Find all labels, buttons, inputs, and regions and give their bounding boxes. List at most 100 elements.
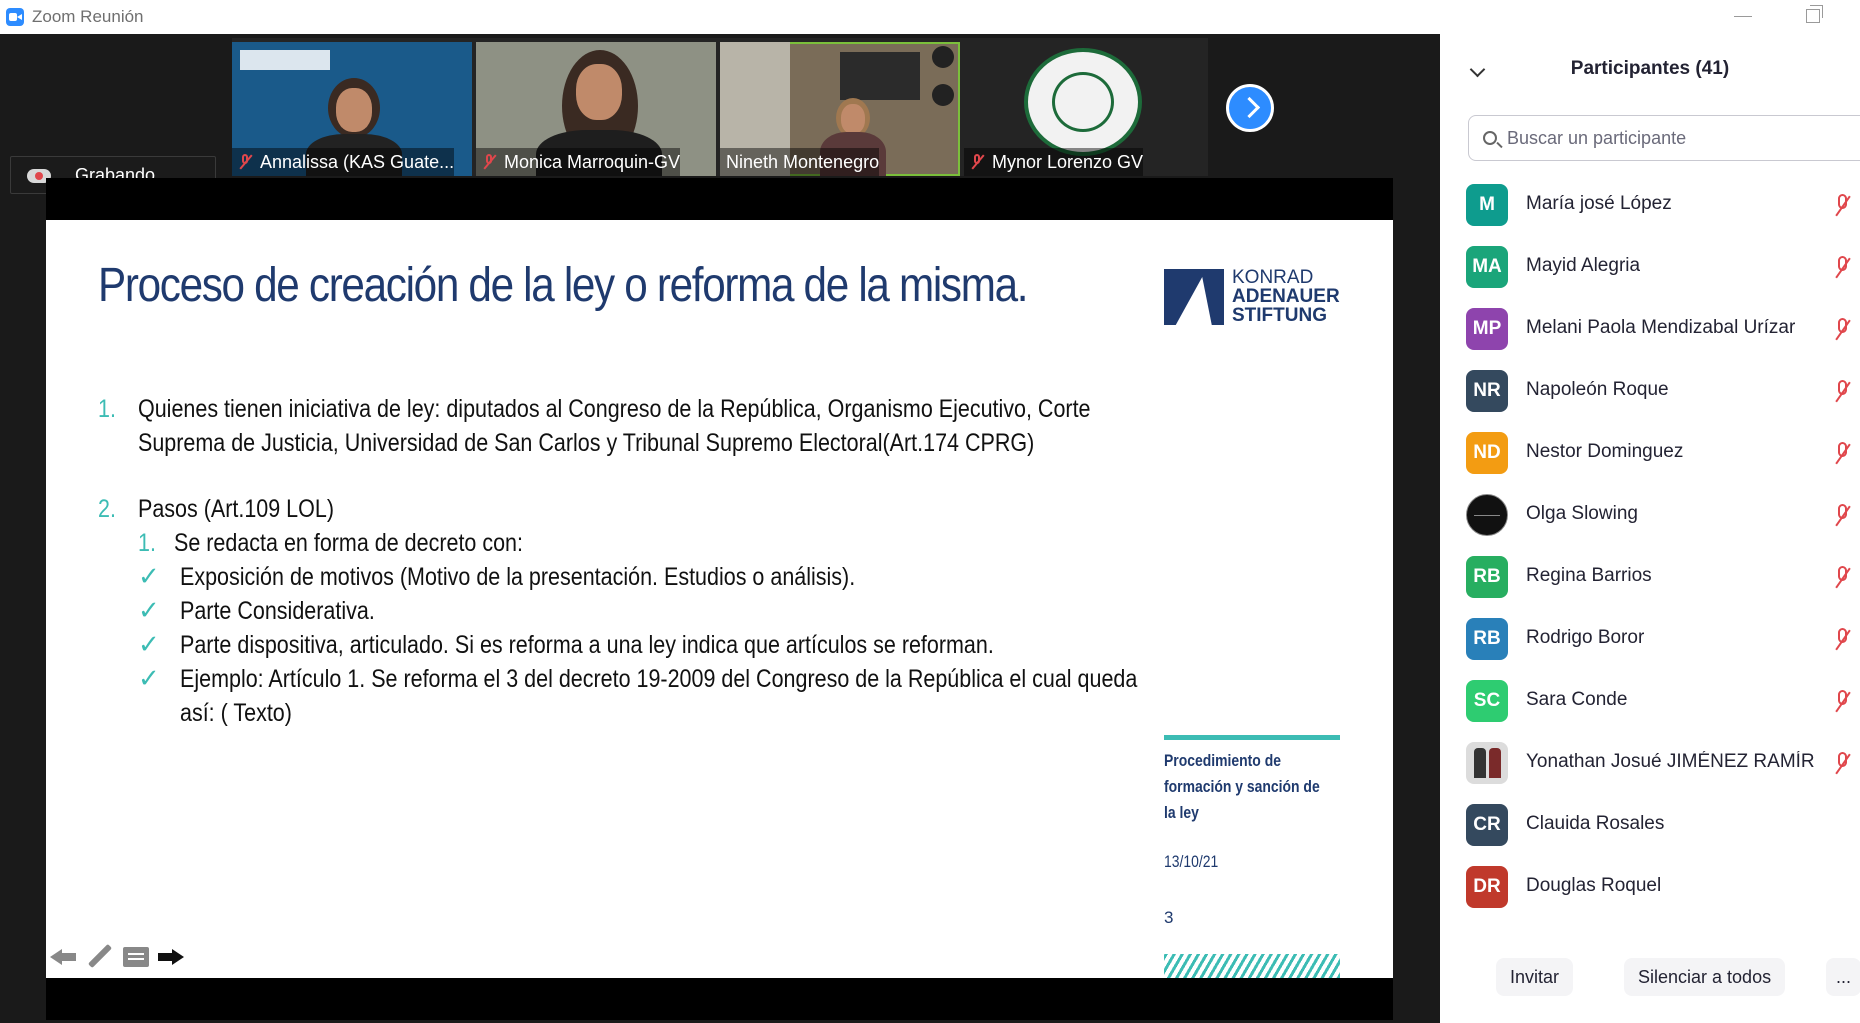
mic-muted-icon[interactable]: [1832, 194, 1852, 218]
mic-muted-icon[interactable]: [1832, 380, 1852, 404]
participant-name: María josé López: [1526, 193, 1672, 214]
invite-button[interactable]: Invitar: [1496, 958, 1574, 996]
avatar: SC: [1466, 680, 1508, 722]
mic-muted-icon[interactable]: [1832, 256, 1852, 280]
checkmark-icon: ✓: [138, 629, 160, 659]
mic-muted-icon[interactable]: [1832, 566, 1852, 590]
thumbnail-name: Annalissa (KAS Guate...: [232, 148, 455, 176]
mic-muted-icon[interactable]: [1832, 442, 1852, 466]
participant-name: Clauida Rosales: [1526, 813, 1665, 834]
avatar: DR: [1466, 866, 1508, 908]
checkmark-icon: ✓: [138, 561, 160, 591]
next-page-arrow-icon[interactable]: [1226, 84, 1274, 132]
participant-row[interactable]: RB Rodrigo Boror: [1440, 608, 1860, 670]
mic-muted-icon[interactable]: [1832, 628, 1852, 652]
list-item-text: Suprema de Justicia, Universidad de San …: [138, 429, 1035, 457]
check-item-text: Exposición de motivos (Motivo de la pres…: [180, 563, 856, 591]
sub-list-text: Se redacta en forma de decreto con:: [174, 529, 523, 557]
participant-name: Napoleón Roque: [1526, 379, 1669, 400]
check-item-text: así: ( Texto): [180, 699, 292, 727]
seal-logo: [1024, 48, 1142, 156]
accent-rule: [1164, 735, 1340, 740]
previous-slide-icon[interactable]: [50, 944, 78, 970]
slide-title: Proceso de creación de la ley o reforma …: [98, 259, 1028, 312]
participant-row[interactable]: Olga Slowing: [1440, 484, 1860, 546]
panel-header: Participantes (41): [1440, 34, 1860, 104]
participants-panel: Participantes (41) M María josé López MA…: [1440, 34, 1860, 1023]
mute-all-button[interactable]: Silenciar a todos: [1624, 958, 1786, 996]
search-icon: [1483, 131, 1497, 145]
search-input[interactable]: [1505, 126, 1849, 150]
participant-row[interactable]: SC Sara Conde: [1440, 670, 1860, 732]
participant-name: Sara Conde: [1526, 689, 1628, 710]
mic-muted-icon: [482, 153, 496, 171]
shared-slide: Proceso de creación de la ley o reforma …: [46, 220, 1393, 978]
participant-row[interactable]: DR Douglas Roquel: [1440, 856, 1860, 918]
slide-date: 13/10/21: [1164, 852, 1219, 871]
participant-row[interactable]: NR Napoleón Roque: [1440, 360, 1860, 422]
participant-row[interactable]: MA Mayid Alegria: [1440, 236, 1860, 298]
checkmark-icon: ✓: [138, 595, 160, 625]
avatar: NR: [1466, 370, 1508, 412]
participant-row[interactable]: M María josé López: [1440, 174, 1860, 236]
kas-logo-text: KONRAD ADENAUER STIFTUNG: [1232, 267, 1340, 326]
slide-page-number: 3: [1164, 908, 1174, 927]
avatar-photo: [1466, 494, 1508, 536]
participant-row[interactable]: Yonathan Josué JIMÉNEZ RAMÍR...: [1440, 732, 1860, 794]
share-letterbox-bottom: [46, 978, 1393, 1020]
decorative-hatch: [1164, 954, 1340, 978]
zoom-icon: [6, 8, 24, 26]
sub-list-number: 1.: [138, 529, 156, 557]
participant-row[interactable]: MP Melani Paola Mendizabal Urízar: [1440, 298, 1860, 360]
avatar: MA: [1466, 246, 1508, 288]
video-strip: Annalissa (KAS Guate... Monica Marroquin…: [232, 38, 1208, 176]
slide-side-title: Procedimiento de formación y sanción de …: [1164, 751, 1320, 822]
check-item-text: Parte Considerativa.: [180, 597, 375, 625]
avatar: RB: [1466, 556, 1508, 598]
list-item-text: Quienes tienen iniciativa de ley: diputa…: [138, 395, 1091, 423]
more-button[interactable]: ...: [1826, 958, 1860, 996]
share-letterbox-top: [46, 178, 1393, 220]
window-title: Zoom Reunión: [32, 7, 144, 26]
avatar: M: [1466, 184, 1508, 226]
list-item-text: Pasos (Art.109 LOL): [138, 495, 334, 523]
next-slide-icon[interactable]: [158, 944, 186, 970]
mic-muted-icon[interactable]: [1832, 504, 1852, 528]
pen-icon[interactable]: [86, 944, 114, 970]
kas-logo-icon: [1164, 269, 1224, 325]
slide-toolbar: [50, 944, 186, 970]
video-thumbnail[interactable]: Monica Marroquin-GV: [476, 42, 716, 176]
participant-name: Rodrigo Boror: [1526, 627, 1645, 648]
video-thumbnail[interactable]: Annalissa (KAS Guate...: [232, 42, 472, 176]
participant-name: Olga Slowing: [1526, 503, 1638, 524]
thumbnail-name: Mynor Lorenzo GV: [964, 148, 1144, 176]
check-item-text: Parte dispositiva, articulado. Si es ref…: [180, 631, 994, 659]
check-item-text: Ejemplo: Artículo 1. Se reforma el 3 del…: [180, 665, 1138, 693]
video-thumbnail-active-speaker[interactable]: Nineth Montenegro: [720, 42, 960, 176]
notes-icon[interactable]: [122, 944, 150, 970]
video-thumbnail[interactable]: Mynor Lorenzo GV: [964, 42, 1204, 176]
list-number: 1.: [98, 395, 116, 423]
thumbnail-name: Nineth Montenegro: [720, 148, 880, 176]
avatar: ND: [1466, 432, 1508, 474]
mic-muted-icon[interactable]: [1832, 318, 1852, 342]
panel-footer: Invitar Silenciar a todos ...: [1440, 958, 1860, 1000]
title-bar: Zoom Reunión: [0, 0, 1860, 34]
list-number: 2.: [98, 495, 116, 523]
participant-row[interactable]: ND Nestor Dominguez: [1440, 422, 1860, 484]
avatar: CR: [1466, 804, 1508, 846]
restore-button[interactable]: [1806, 5, 1823, 23]
participant-row[interactable]: CR Clauida Rosales: [1440, 794, 1860, 856]
checkmark-icon: ✓: [138, 663, 160, 693]
participant-search[interactable]: [1468, 115, 1860, 161]
participant-name: Nestor Dominguez: [1526, 441, 1684, 462]
avatar: MP: [1466, 308, 1508, 350]
participant-name: Douglas Roquel: [1526, 875, 1662, 896]
minimize-button[interactable]: [1734, 16, 1752, 17]
mic-muted-icon[interactable]: [1832, 690, 1852, 714]
mic-muted-icon[interactable]: [1832, 752, 1852, 776]
participant-row[interactable]: RB Regina Barrios: [1440, 546, 1860, 608]
participant-name: Yonathan Josué JIMÉNEZ RAMÍR...: [1526, 751, 1816, 772]
mic-muted-icon: [238, 153, 252, 171]
avatar-photo: [1466, 742, 1508, 784]
